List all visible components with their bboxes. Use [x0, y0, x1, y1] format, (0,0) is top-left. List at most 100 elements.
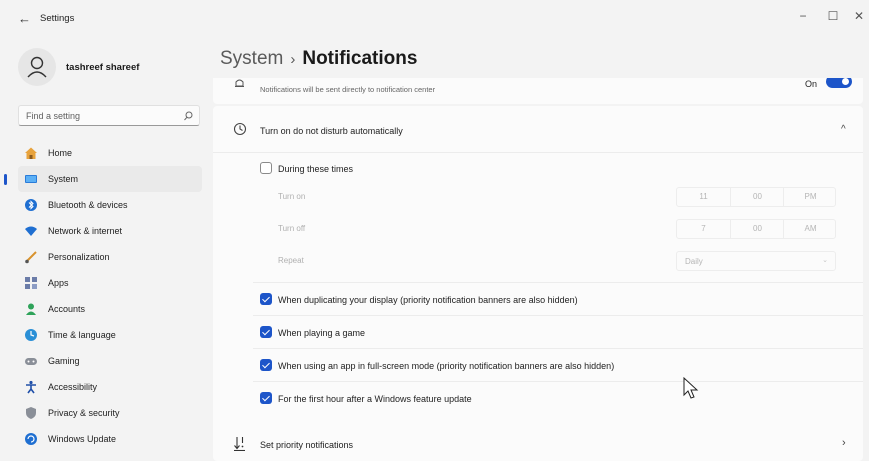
priority-notifications-label: Set priority notifications	[260, 440, 354, 450]
auto-dnd-card: Turn on do not disturb automatically ^ D…	[213, 106, 863, 460]
sidebar-item-label: Home	[48, 148, 73, 158]
during-times-checkbox[interactable]	[260, 162, 272, 174]
do-not-disturb-card: Notifications will be sent directly to n…	[213, 78, 863, 104]
brush-icon	[24, 250, 38, 264]
turn-off-period: AM	[804, 224, 817, 233]
sidebar-item-label: Time & language	[48, 330, 116, 340]
mouse-cursor-icon	[683, 376, 699, 406]
turn-on-time-picker[interactable]: 11 00 PM	[676, 187, 836, 207]
turn-off-hour: 7	[701, 224, 706, 233]
search-icon	[183, 109, 193, 127]
page-title: Notifications	[302, 48, 418, 69]
sidebar-item-label: Accounts	[48, 304, 86, 314]
turn-on-period: PM	[804, 192, 817, 201]
option-label: When using an app in full-screen mode (p…	[278, 361, 615, 371]
divider	[253, 315, 863, 316]
sidebar-item-label: Accessibility	[48, 382, 98, 392]
user-profile[interactable]: tashreef shareef	[18, 48, 208, 88]
search-placeholder: Find a setting	[26, 111, 81, 121]
divider	[253, 381, 863, 382]
breadcrumb: System › Notifications	[220, 48, 417, 70]
auto-dnd-title: Turn on do not disturb automatically	[260, 126, 403, 136]
avatar[interactable]	[18, 48, 56, 86]
minimize-button[interactable]: −	[793, 9, 813, 23]
repeat-label: Repeat	[278, 256, 304, 265]
person-icon	[24, 302, 38, 316]
chevron-down-icon: ⌄	[822, 257, 828, 264]
turn-off-time-picker[interactable]: 7 00 AM	[676, 219, 836, 239]
window-title: Settings	[40, 13, 75, 24]
duplicating-display-checkbox[interactable]	[260, 293, 272, 305]
user-name: tashreef shareef	[66, 62, 140, 73]
system-icon	[24, 172, 38, 186]
sidebar-item-privacy[interactable]: Privacy & security	[18, 400, 202, 426]
bluetooth-icon	[24, 198, 38, 212]
sidebar-item-time-language[interactable]: Time & language	[18, 322, 202, 348]
main-content: Notifications will be sent directly to n…	[213, 78, 863, 461]
dnd-description: Notifications will be sent directly to n…	[260, 85, 436, 94]
turn-off-minute: 00	[753, 224, 762, 233]
turn-on-minute: 00	[753, 192, 762, 201]
sidebar-item-label: Bluetooth & devices	[48, 200, 128, 210]
bell-icon	[233, 78, 246, 95]
sidebar-item-bluetooth[interactable]: Bluetooth & devices	[18, 192, 202, 218]
chevron-up-icon[interactable]: ^	[841, 124, 846, 135]
sort-priority-icon	[233, 435, 247, 456]
wifi-icon	[24, 224, 38, 238]
divider	[253, 282, 863, 283]
search-input[interactable]: Find a setting	[18, 105, 200, 126]
option-label: When playing a game	[278, 328, 366, 338]
sidebar-item-label: System	[48, 174, 79, 184]
update-icon	[24, 432, 38, 446]
sidebar-item-gaming[interactable]: Gaming	[18, 348, 202, 374]
breadcrumb-parent[interactable]: System	[220, 48, 283, 69]
breadcrumb-separator: ›	[290, 51, 296, 68]
feature-update-checkbox[interactable]	[260, 392, 272, 404]
close-button[interactable]: ✕	[849, 9, 869, 23]
maximize-button[interactable]: ☐	[823, 9, 843, 23]
sidebar-item-network[interactable]: Network & internet	[18, 218, 202, 244]
during-times-label: During these times	[278, 164, 354, 174]
sidebar-item-label: Personalization	[48, 252, 110, 262]
accessibility-icon	[24, 380, 38, 394]
sidebar-item-accounts[interactable]: Accounts	[18, 296, 202, 322]
turn-off-label: Turn off	[278, 224, 306, 233]
home-icon	[24, 146, 38, 160]
dnd-toggle[interactable]	[826, 78, 852, 88]
option-label: When duplicating your display (priority …	[278, 295, 578, 305]
sidebar-item-home[interactable]: Home	[18, 140, 202, 166]
chevron-right-icon: ›	[842, 437, 846, 449]
sidebar-item-system[interactable]: System	[4, 166, 202, 192]
divider	[253, 348, 863, 349]
sidebar-item-windows-update[interactable]: Windows Update	[18, 426, 202, 452]
repeat-value: Daily	[685, 257, 703, 266]
sidebar-nav: Home System Bluetooth & devices Network …	[4, 140, 202, 452]
priority-notifications-row[interactable]: Set priority notifications ›	[213, 426, 863, 461]
repeat-dropdown[interactable]: Daily ⌄	[676, 251, 836, 271]
apps-icon	[24, 276, 38, 290]
title-bar: ← Settings − ☐ ✕	[0, 0, 869, 36]
sidebar-item-personalization[interactable]: Personalization	[18, 244, 202, 270]
auto-dnd-header[interactable]: Turn on do not disturb automatically ^	[213, 106, 863, 153]
sidebar-item-label: Privacy & security	[48, 408, 120, 418]
full-screen-app-checkbox[interactable]	[260, 359, 272, 371]
sidebar-item-accessibility[interactable]: Accessibility	[18, 374, 202, 400]
playing-game-checkbox[interactable]	[260, 326, 272, 338]
dnd-toggle-state: On	[805, 79, 818, 89]
sidebar-item-label: Apps	[48, 278, 69, 288]
clock-icon	[233, 122, 247, 141]
gamepad-icon	[24, 354, 38, 368]
turn-on-label: Turn on	[278, 192, 306, 201]
sidebar: tashreef shareef Find a setting Home Sys…	[0, 36, 210, 461]
option-label: For the first hour after a Windows featu…	[278, 394, 472, 404]
sidebar-item-label: Windows Update	[48, 434, 117, 444]
shield-icon	[24, 406, 38, 420]
person-icon	[27, 56, 47, 78]
active-indicator	[4, 174, 7, 185]
back-arrow-icon[interactable]: ←	[18, 11, 31, 26]
sidebar-item-label: Gaming	[48, 356, 80, 366]
globe-clock-icon	[24, 328, 38, 342]
sidebar-item-label: Network & internet	[48, 226, 123, 236]
sidebar-item-apps[interactable]: Apps	[18, 270, 202, 296]
turn-on-hour: 11	[699, 192, 708, 201]
